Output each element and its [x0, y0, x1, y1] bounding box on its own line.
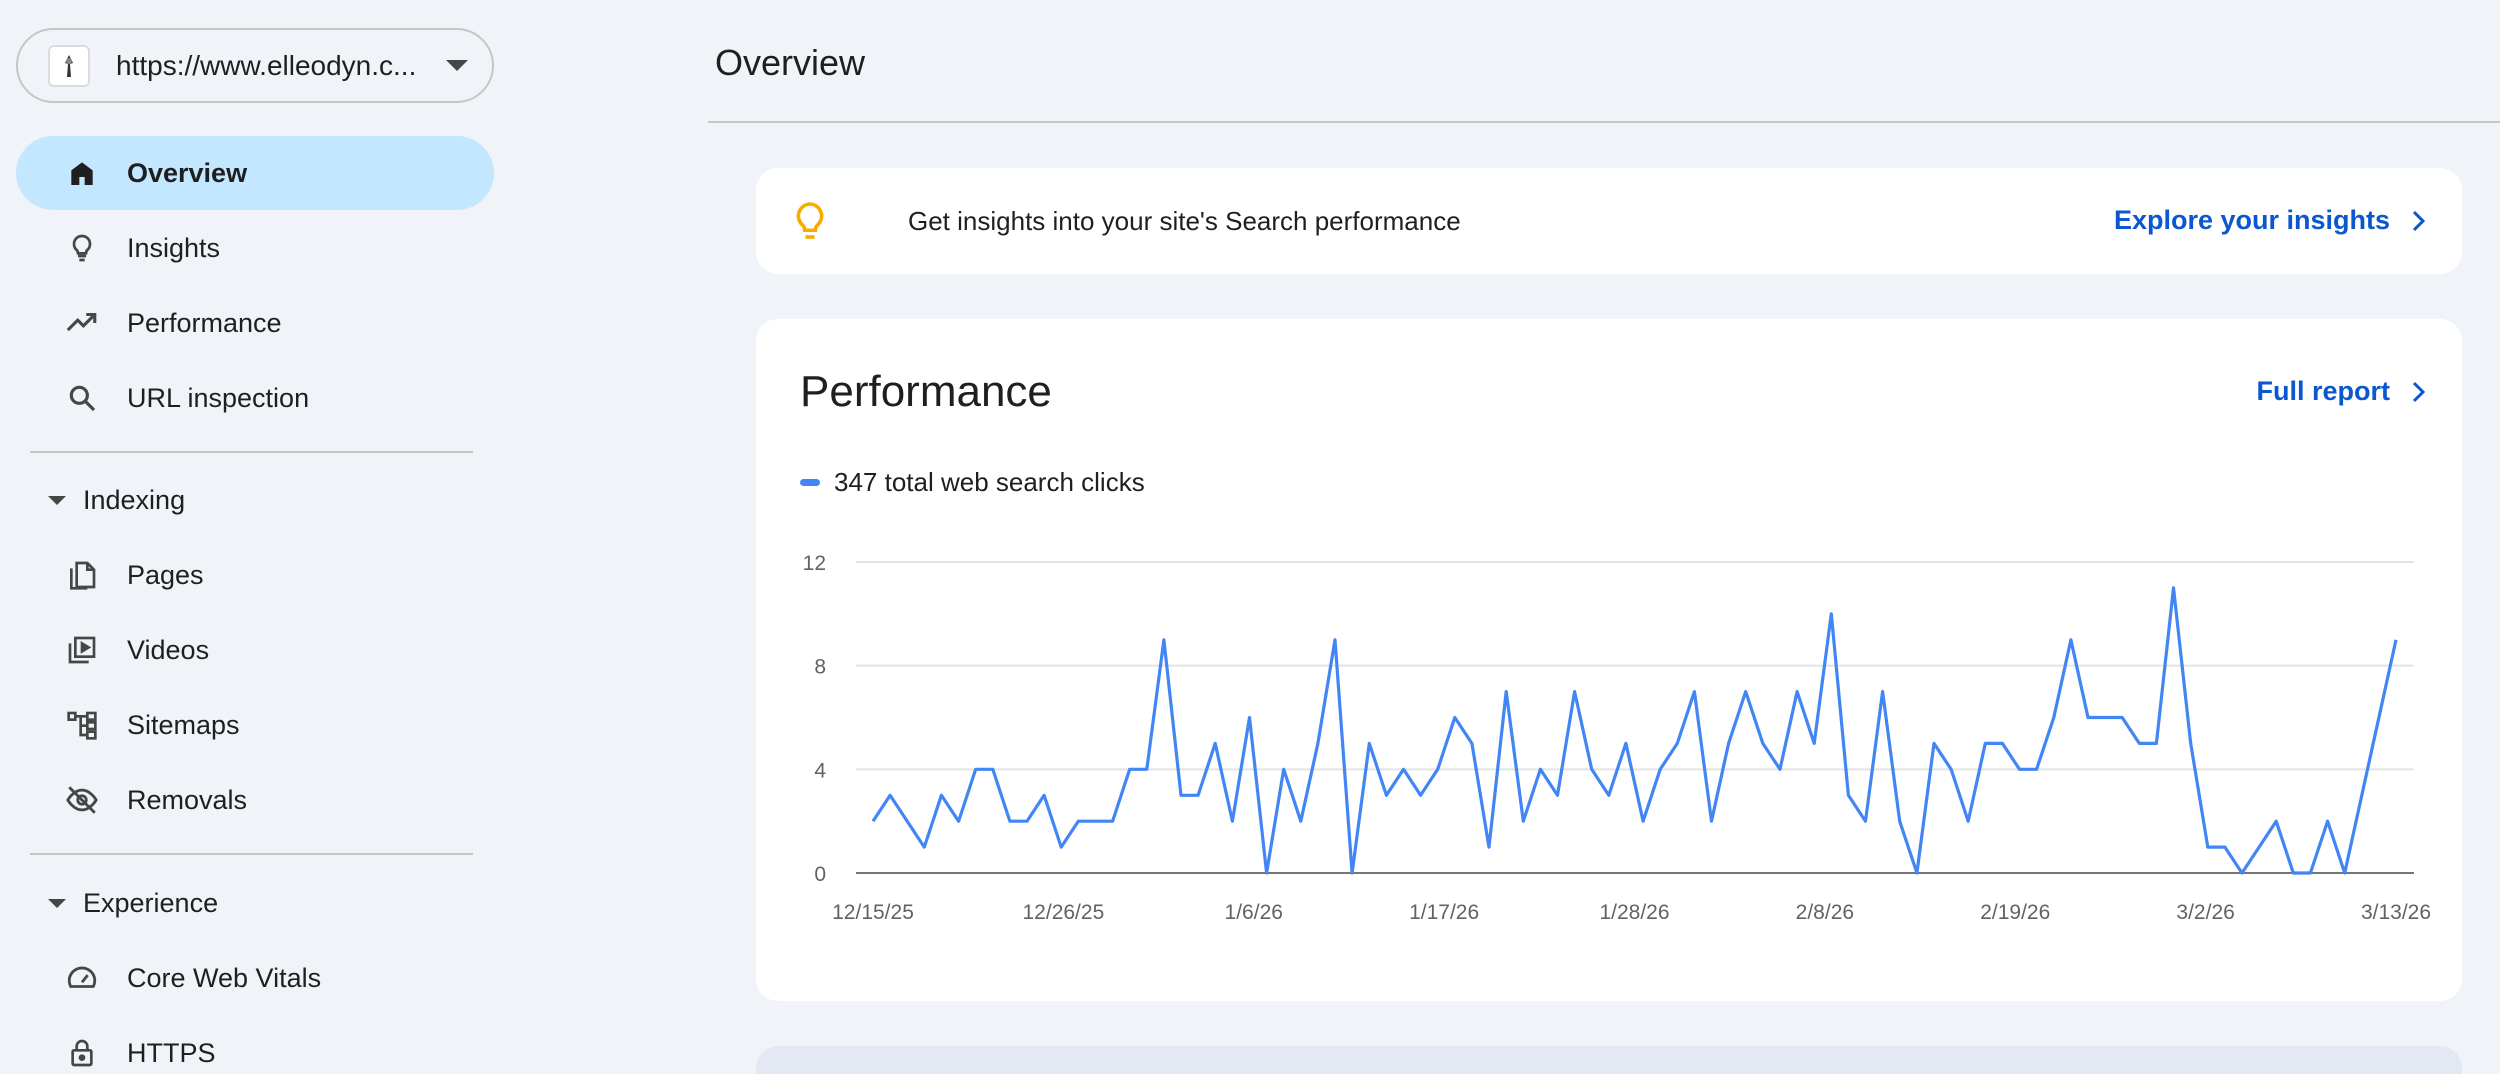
section-experience[interactable]: Experience — [16, 873, 494, 933]
clicks-line-chart: 0 4 8 12 12/15/25 12/26/25 1/6/26 1/17/26 1/28/2… — [803, 552, 2431, 924]
title-divider — [708, 121, 2500, 123]
x-tick-label: 12/15/25 — [832, 901, 914, 924]
trending-up-icon — [64, 305, 100, 341]
nav-item-videos[interactable]: Videos — [16, 613, 494, 687]
visibility-off-icon — [64, 782, 100, 818]
nav-item-https[interactable]: HTTPS — [16, 1016, 494, 1074]
explore-insights-link[interactable]: Explore your insights — [2114, 205, 2390, 236]
insights-card: Get insights into your site's Search per… — [756, 168, 2462, 274]
nav-item-pages[interactable]: Pages — [16, 538, 494, 612]
nav-label: Videos — [127, 634, 210, 665]
property-selector[interactable]: https://www.elleodyn.c... — [16, 28, 494, 103]
section-indexing[interactable]: Indexing — [16, 470, 494, 530]
nav-label: Insights — [127, 232, 221, 263]
x-tick-label: 3/2/26 — [2176, 901, 2234, 924]
sidebar: https://www.elleodyn.c... Overview Insig… — [0, 0, 500, 1074]
main-content: Overview Get insights into your site's S… — [708, 0, 2500, 1074]
next-card — [756, 1046, 2462, 1074]
nav-item-performance[interactable]: Performance — [16, 286, 494, 360]
caret-down-icon — [48, 898, 66, 908]
x-tick-label: 2/8/26 — [1796, 901, 1854, 924]
x-tick-label: 1/6/26 — [1225, 901, 1283, 924]
nav-item-overview[interactable]: Overview — [16, 136, 494, 210]
nav-label: Performance — [127, 307, 282, 338]
y-tick-label: 12 — [803, 552, 826, 575]
x-tick-label: 1/28/26 — [1599, 901, 1669, 924]
caret-down-icon[interactable] — [446, 60, 468, 71]
nav-item-sitemaps[interactable]: Sitemaps — [16, 688, 494, 762]
y-tick-label: 0 — [814, 863, 826, 886]
nav-label: Pages — [127, 559, 204, 590]
sitemap-icon — [64, 707, 100, 743]
nav-label: Core Web Vitals — [127, 962, 322, 993]
y-tick-label: 4 — [814, 759, 826, 782]
nav-item-core-web-vitals[interactable]: Core Web Vitals — [16, 941, 494, 1015]
y-tick-label: 8 — [814, 656, 826, 679]
nav-divider — [30, 451, 473, 453]
lock-icon — [64, 1035, 100, 1071]
nav-item-url-inspection[interactable]: URL inspection — [16, 361, 494, 435]
nav-item-insights[interactable]: Insights — [16, 211, 494, 285]
lightbulb-icon — [64, 230, 100, 266]
x-tick-label: 1/17/26 — [1409, 901, 1479, 924]
x-tick-label: 3/13/26 — [2361, 901, 2431, 924]
caret-down-icon — [48, 495, 66, 505]
section-label: Experience — [83, 887, 219, 918]
nav-label: Overview — [127, 157, 248, 188]
property-url: https://www.elleodyn.c... — [116, 49, 417, 81]
site-favicon-icon — [48, 44, 90, 87]
nav-item-removals[interactable]: Removals — [16, 763, 494, 837]
speed-gauge-icon — [64, 960, 100, 996]
nav-label: URL inspection — [127, 382, 310, 413]
nav-label: Removals — [127, 784, 248, 815]
pages-icon — [64, 557, 100, 593]
home-icon — [64, 155, 100, 191]
nav-label: HTTPS — [127, 1037, 216, 1068]
x-tick-label: 2/19/26 — [1980, 901, 2050, 924]
section-label: Indexing — [83, 484, 186, 515]
video-library-icon — [64, 632, 100, 668]
nav-divider — [30, 853, 473, 855]
lightbulb-icon — [792, 201, 828, 248]
insights-message: Get insights into your site's Search per… — [908, 206, 1461, 236]
clicks-series-line — [871, 586, 2398, 875]
x-tick-label: 12/26/25 — [1023, 901, 1105, 924]
chevron-right-icon[interactable] — [2408, 208, 2428, 239]
nav-label: Sitemaps — [127, 709, 240, 740]
page-title: Overview — [715, 42, 866, 83]
performance-card: Performance Full report 347 total web se… — [756, 319, 2462, 1001]
search-icon — [64, 380, 100, 416]
